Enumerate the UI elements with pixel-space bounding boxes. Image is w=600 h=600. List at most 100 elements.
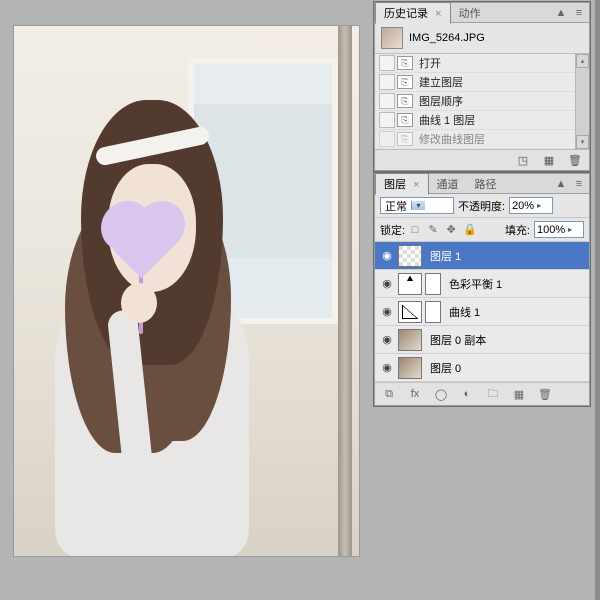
history-item[interactable]: ⎘ 修改曲线图层 <box>375 130 589 149</box>
app-edge <box>595 0 600 600</box>
lock-all-icon[interactable]: 🔒 <box>463 223 475 236</box>
snapshot-slot <box>379 112 395 128</box>
tab-history[interactable]: 历史记录 × <box>375 2 451 24</box>
fill-label: 填充: <box>505 222 530 238</box>
history-step-icon: ⎘ <box>397 56 413 70</box>
layer-thumb[interactable] <box>398 329 422 351</box>
lock-transparency-icon[interactable]: □ <box>409 224 421 236</box>
visibility-icon[interactable]: ◉ <box>380 333 394 347</box>
document-canvas[interactable] <box>14 26 359 556</box>
blend-mode-value: 正常 <box>385 198 407 214</box>
history-source-row[interactable]: IMG_5264.JPG <box>375 23 589 54</box>
tab-actions[interactable]: 动作 <box>451 3 489 23</box>
history-list: ⎘ 打开 ⎘ 建立图层 ⎘ 图层顺序 ⎘ 曲线 1 图层 ⎘ 修改曲线图 <box>375 54 589 150</box>
layer-thumb[interactable] <box>398 245 422 267</box>
lock-position-icon[interactable]: ✥ <box>445 223 457 236</box>
layer-mask-thumb[interactable] <box>425 301 441 323</box>
layer-name[interactable]: 图层 1 <box>430 248 461 264</box>
history-item[interactable]: ⎘ 打开 <box>375 54 589 73</box>
snapshot-slot <box>379 93 395 109</box>
adjustment-thumb[interactable] <box>398 301 422 323</box>
panel-minimize-icon[interactable]: ▲ <box>555 7 567 19</box>
layer-row[interactable]: ◉ 图层 0 <box>375 354 589 382</box>
fill-input[interactable]: 100% ▸ <box>534 221 584 238</box>
history-step-icon: ⎘ <box>397 94 413 108</box>
layer-mask-thumb[interactable] <box>425 273 441 295</box>
snapshot-slot <box>379 55 395 71</box>
new-adjustment-icon[interactable]: ◐ <box>459 387 475 401</box>
delete-state-icon[interactable]: 🗑 <box>567 153 583 167</box>
opacity-label: 不透明度: <box>458 198 505 214</box>
new-layer-icon[interactable]: ▦ <box>511 387 527 401</box>
history-item[interactable]: ⎘ 图层顺序 <box>375 92 589 111</box>
history-step-label: 曲线 1 图层 <box>419 112 475 128</box>
panel-menu-icon[interactable]: ≡ <box>573 7 585 19</box>
opacity-value: 20% <box>512 200 534 212</box>
scroll-up-icon[interactable]: ▴ <box>576 54 589 68</box>
layer-row[interactable]: ◉ 曲线 1 <box>375 298 589 326</box>
photo-subject <box>42 100 263 556</box>
history-step-label: 修改曲线图层 <box>419 131 485 147</box>
close-icon[interactable]: × <box>413 179 419 191</box>
dropdown-icon: ▾ <box>411 201 425 210</box>
lock-fill-row: 锁定: □ ✎ ✥ 🔒 填充: 100% ▸ <box>375 218 589 242</box>
history-panel: 历史记录 × 动作 ▲ ≡ IMG_5264.JPG ⎘ 打开 ⎘ 建立图层 <box>374 2 590 171</box>
history-item[interactable]: ⎘ 建立图层 <box>375 73 589 92</box>
image-content <box>14 26 359 556</box>
new-group-icon[interactable]: 🗀 <box>485 387 501 401</box>
create-document-icon[interactable]: ◳ <box>515 153 531 167</box>
visibility-icon[interactable]: ◉ <box>380 249 394 263</box>
history-footer: ◳ ▦ 🗑 <box>375 150 589 170</box>
layer-row[interactable]: ◉ 色彩平衡 1 <box>375 270 589 298</box>
history-tabs: 历史记录 × 动作 ▲ ≡ <box>375 3 589 23</box>
opacity-input[interactable]: 20% ▸ <box>509 197 553 214</box>
slider-icon[interactable]: ▸ <box>565 225 575 234</box>
history-step-label: 建立图层 <box>419 74 463 90</box>
new-snapshot-icon[interactable]: ▦ <box>541 153 557 167</box>
history-step-icon: ⎘ <box>397 132 413 146</box>
scroll-thumb[interactable] <box>576 68 589 135</box>
scroll-down-icon[interactable]: ▾ <box>576 135 589 149</box>
lock-label: 锁定: <box>380 222 405 238</box>
layer-thumb[interactable] <box>398 357 422 379</box>
layers-panel: 图层 × 通道 路径 ▲ ≡ 正常 ▾ 不透明度: 20% ▸ 锁定: <box>374 173 590 406</box>
close-icon[interactable]: × <box>435 8 441 20</box>
tab-label: 历史记录 <box>384 8 428 20</box>
visibility-icon[interactable]: ◉ <box>380 277 394 291</box>
layer-list: ◉ 图层 1 ◉ 色彩平衡 1 ◉ 曲线 1 ◉ 图层 0 副本 <box>375 242 589 382</box>
history-step-icon: ⎘ <box>397 113 413 127</box>
layers-tabs: 图层 × 通道 路径 ▲ ≡ <box>375 174 589 194</box>
history-step-icon: ⎘ <box>397 75 413 89</box>
history-scrollbar[interactable]: ▴ ▾ <box>575 54 589 149</box>
history-item[interactable]: ⎘ 曲线 1 图层 <box>375 111 589 130</box>
panel-minimize-icon[interactable]: ▲ <box>555 178 567 190</box>
layer-name[interactable]: 曲线 1 <box>449 304 480 320</box>
layer-style-icon[interactable]: fx <box>407 387 423 401</box>
tab-channels[interactable]: 通道 <box>429 174 467 194</box>
visibility-icon[interactable]: ◉ <box>380 361 394 375</box>
layer-name[interactable]: 图层 0 <box>430 360 461 376</box>
layer-row[interactable]: ◉ 图层 0 副本 <box>375 326 589 354</box>
visibility-icon[interactable]: ◉ <box>380 305 394 319</box>
adjustment-thumb[interactable] <box>398 273 422 295</box>
snapshot-slot <box>379 74 395 90</box>
layer-name[interactable]: 图层 0 副本 <box>430 332 486 348</box>
blend-mode-select[interactable]: 正常 ▾ <box>380 197 454 214</box>
delete-layer-icon[interactable]: 🗑 <box>537 387 553 401</box>
tab-layers[interactable]: 图层 × <box>375 173 429 195</box>
panel-menu-icon[interactable]: ≡ <box>573 178 585 190</box>
lock-icons: □ ✎ ✥ 🔒 <box>409 223 475 236</box>
blend-opacity-row: 正常 ▾ 不透明度: 20% ▸ <box>375 194 589 218</box>
lock-pixels-icon[interactable]: ✎ <box>427 223 439 236</box>
layer-row[interactable]: ◉ 图层 1 <box>375 242 589 270</box>
history-filename: IMG_5264.JPG <box>409 32 485 44</box>
layer-name[interactable]: 色彩平衡 1 <box>449 276 502 292</box>
slider-icon[interactable]: ▸ <box>534 201 544 210</box>
history-step-label: 打开 <box>419 55 441 71</box>
snapshot-slot <box>379 131 395 147</box>
history-step-label: 图层顺序 <box>419 93 463 109</box>
tab-paths[interactable]: 路径 <box>467 174 505 194</box>
link-layers-icon[interactable]: ⧉ <box>381 387 397 401</box>
panels-column: 历史记录 × 动作 ▲ ≡ IMG_5264.JPG ⎘ 打开 ⎘ 建立图层 <box>374 2 590 408</box>
add-mask-icon[interactable]: ◯ <box>433 387 449 401</box>
